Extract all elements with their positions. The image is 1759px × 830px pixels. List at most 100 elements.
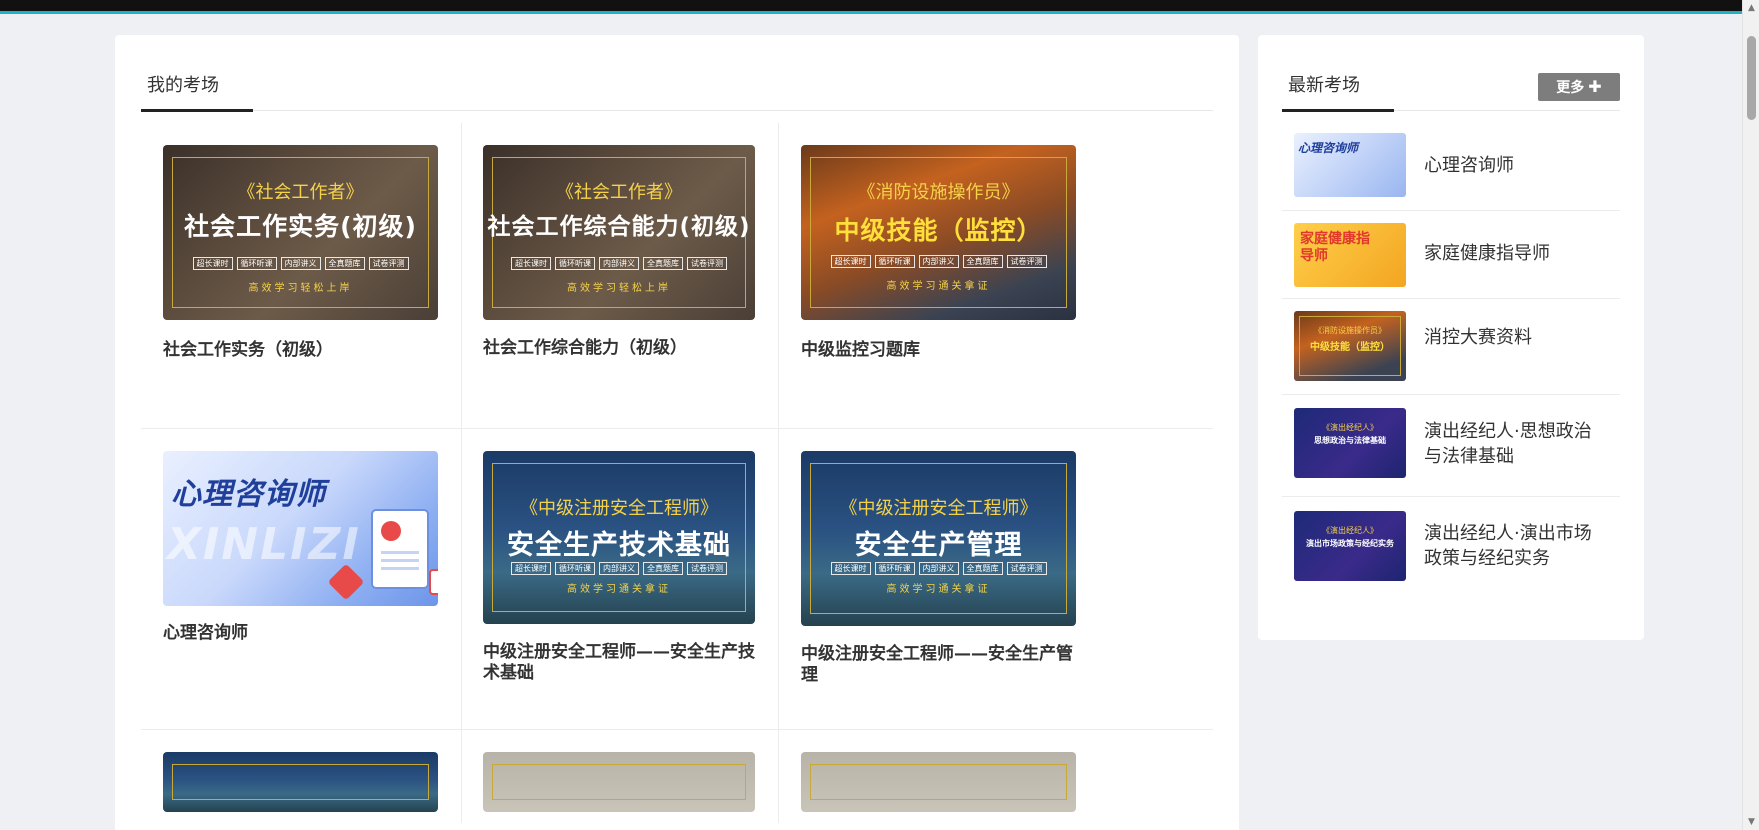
cover-tag: 全真题库: [643, 562, 683, 575]
exam-card-title[interactable]: 中级注册安全工程师——安全生产技术基础: [483, 642, 755, 684]
latest-exam-item[interactable]: 《消防设施操作员》 中级技能（监控） 消控大赛资料: [1282, 299, 1620, 395]
thumb-subtitle: 《演出经纪人》: [1322, 526, 1378, 535]
cover-watermark: XINLIZI: [167, 519, 361, 570]
cover-tag: 超长课时: [830, 255, 871, 268]
thumb-label: 家庭健康指导师: [1300, 231, 1370, 264]
top-header-bar: [0, 0, 1742, 14]
cover-slogan: 高效学习轻松上岸: [248, 283, 353, 294]
cover-title: 社会工作综合能力(初级): [487, 214, 751, 240]
cover-subtitle: 《消防设施操作员》: [857, 182, 1020, 203]
tab-latest-exams[interactable]: 最新考场: [1288, 71, 1360, 97]
scrollbar-thumb[interactable]: [1747, 36, 1756, 120]
latest-exam-name[interactable]: 心理咨询师: [1424, 153, 1514, 178]
exam-cover-image[interactable]: 《社会工作者》 社会工作综合能力(初级) 超长课时 循环听课 内部讲义 全真题库 试卷评…: [483, 145, 755, 320]
my-exams-panel: 我的考场 《社会工作者》 社会工作实务(初级) 超长课时 循环听课 内部讲义 全真题库…: [115, 35, 1239, 830]
cover-tag: 超长课时: [511, 257, 551, 270]
cover-subtitle: 《社会工作者》: [556, 182, 682, 203]
cover-tag: 全真题库: [962, 255, 1003, 268]
clipboard-icon: [371, 509, 429, 589]
tab-my-exams[interactable]: 我的考场: [147, 71, 219, 97]
cover-title: 中级技能（监控）: [834, 216, 1043, 245]
latest-exam-thumb[interactable]: 《演出经纪人》 思想政治与法律基础: [1294, 408, 1406, 478]
cover-tag: 内部讲义: [918, 562, 959, 575]
cover-tags: 超长课时 循环听课 内部讲义 全真题库 试卷评测: [801, 255, 1076, 268]
cover-tag: 超长课时: [511, 562, 551, 575]
cover-tags: 超长课时 循环听课 内部讲义 全真题库 试卷评测: [801, 562, 1076, 575]
thumb-title: 思想政治与法律基础: [1314, 436, 1386, 445]
latest-exam-item[interactable]: 家庭健康指导师 家庭健康指导师: [1282, 211, 1620, 299]
exam-card[interactable]: XINLIZI 心理咨询师 心理咨询师: [163, 451, 438, 711]
cover-tag: 试卷评测: [1006, 562, 1047, 575]
exam-cover-image[interactable]: 《社会工作者》 社会工作实务(初级) 超长课时 循环听课 内部讲义 全真题库 试卷评测 …: [163, 145, 438, 320]
exam-cover-image[interactable]: XINLIZI 心理咨询师: [163, 451, 438, 606]
cover-title: 心理咨询师: [171, 477, 326, 512]
latest-exam-item[interactable]: 《演出经纪人》 演出市场政策与经纪实务 演出经纪人·演出市场政策与经纪实务: [1282, 497, 1620, 601]
thumb-title: 演出市场政策与经纪实务: [1306, 539, 1394, 548]
cover-title: 社会工作实务(初级): [184, 212, 417, 241]
vertical-scrollbar[interactable]: ▲ ▼: [1742, 0, 1759, 830]
cover-tag: 全真题库: [962, 562, 1003, 575]
grid-divider: [141, 428, 1213, 429]
cover-tags: 超长课时 循环听课 内部讲义 全真题库 试卷评测: [483, 562, 755, 575]
more-button[interactable]: 更多 ✚: [1538, 73, 1620, 101]
active-tab-underline: [141, 109, 253, 112]
cover-title: 安全生产管理: [854, 530, 1023, 561]
cover-tag: 内部讲义: [599, 257, 639, 270]
latest-exam-name[interactable]: 演出经纪人·演出市场政策与经纪实务: [1424, 521, 1604, 571]
grid-divider: [141, 729, 1213, 730]
grid-divider: [778, 123, 779, 823]
exam-cover-image[interactable]: [163, 752, 438, 812]
latest-exam-thumb[interactable]: 《消防设施操作员》 中级技能（监控）: [1294, 311, 1406, 381]
cover-tag: 内部讲义: [918, 255, 959, 268]
exam-card[interactable]: 《消防设施操作员》 中级技能（监控） 超长课时 循环听课 内部讲义 全真题库 试卷评测 …: [801, 145, 1076, 415]
scroll-up-arrow-icon[interactable]: ▲: [1743, 1, 1759, 15]
exam-card-title[interactable]: 社会工作实务（初级）: [163, 340, 333, 361]
exam-card-title[interactable]: 心理咨询师: [163, 623, 248, 644]
my-exams-header: 我的考场: [141, 35, 1213, 112]
plus-icon: ✚: [1588, 77, 1602, 96]
cover-tag: 超长课时: [192, 257, 233, 270]
latest-exam-name[interactable]: 演出经纪人·思想政治与法律基础: [1424, 419, 1604, 469]
thumb-label: 心理咨询师: [1298, 141, 1359, 155]
exam-cover-image[interactable]: 《消防设施操作员》 中级技能（监控） 超长课时 循环听课 内部讲义 全真题库 试卷评测 …: [801, 145, 1076, 320]
latest-exam-thumb[interactable]: 心理咨询师: [1294, 133, 1406, 197]
exam-cover-image[interactable]: [801, 752, 1076, 812]
exam-card[interactable]: 《中级注册安全工程师》 安全生产技术基础 超长课时 循环听课 内部讲义 全真题库 试卷评…: [483, 451, 755, 711]
latest-exam-name[interactable]: 消控大赛资料: [1424, 325, 1532, 350]
cover-slogan: 高效学习通关拿证: [567, 584, 671, 595]
latest-exam-thumb[interactable]: 《演出经纪人》 演出市场政策与经纪实务: [1294, 511, 1406, 581]
exam-card-title[interactable]: 中级注册安全工程师——安全生产管理: [801, 644, 1076, 686]
exam-card[interactable]: 《社会工作者》 社会工作实务(初级) 超长课时 循环听课 内部讲义 全真题库 试卷评测 …: [163, 145, 438, 415]
cover-tag: 循环听课: [236, 257, 277, 270]
thumb-subtitle: 《消防设施操作员》: [1314, 326, 1386, 335]
cover-tag: 试卷评测: [687, 257, 727, 270]
exam-card-title[interactable]: 中级监控习题库: [801, 340, 920, 361]
cover-tag: 超长课时: [830, 562, 871, 575]
cover-frame: [492, 764, 746, 800]
cover-tags: 超长课时 循环听课 内部讲义 全真题库 试卷评测: [163, 257, 438, 270]
cover-slogan: 高效学习通关拿证: [886, 281, 991, 292]
latest-exam-name[interactable]: 家庭健康指导师: [1424, 241, 1550, 266]
cover-subtitle: 《社会工作者》: [237, 182, 364, 203]
scroll-down-arrow-icon[interactable]: ▼: [1743, 815, 1759, 829]
exam-cover-image[interactable]: 《中级注册安全工程师》 安全生产技术基础 超长课时 循环听课 内部讲义 全真题库 试卷评…: [483, 451, 755, 624]
latest-exam-thumb[interactable]: 家庭健康指导师: [1294, 223, 1406, 287]
latest-exam-item[interactable]: 《演出经纪人》 思想政治与法律基础 演出经纪人·思想政治与法律基础: [1282, 395, 1620, 497]
more-button-label: 更多: [1556, 80, 1585, 96]
cover-frame: [172, 764, 429, 800]
exam-card[interactable]: 《中级注册安全工程师》 安全生产管理 超长课时 循环听课 内部讲义 全真题库 试卷评测 …: [801, 451, 1076, 711]
cover-tag: 试卷评测: [368, 257, 409, 270]
cover-tag: 内部讲义: [599, 562, 639, 575]
latest-exam-item[interactable]: 心理咨询师 心理咨询师: [1282, 123, 1620, 211]
latest-exams-header: 最新考场 更多 ✚: [1282, 35, 1620, 112]
cover-tag: 循环听课: [555, 562, 595, 575]
cover-tag: 全真题库: [324, 257, 365, 270]
exam-cover-image[interactable]: [483, 752, 755, 812]
cover-tag: 循环听课: [874, 562, 915, 575]
cover-tags: 超长课时 循环听课 内部讲义 全真题库 试卷评测: [483, 257, 755, 270]
exam-cover-image[interactable]: 《中级注册安全工程师》 安全生产管理 超长课时 循环听课 内部讲义 全真题库 试卷评测 …: [801, 451, 1076, 626]
exam-card-title[interactable]: 社会工作综合能力（初级）: [483, 338, 687, 359]
cover-subtitle: 《中级注册安全工程师》: [839, 498, 1038, 519]
cover-tag: 试卷评测: [687, 562, 727, 575]
exam-card[interactable]: 《社会工作者》 社会工作综合能力(初级) 超长课时 循环听课 内部讲义 全真题库 试卷评…: [483, 145, 755, 415]
